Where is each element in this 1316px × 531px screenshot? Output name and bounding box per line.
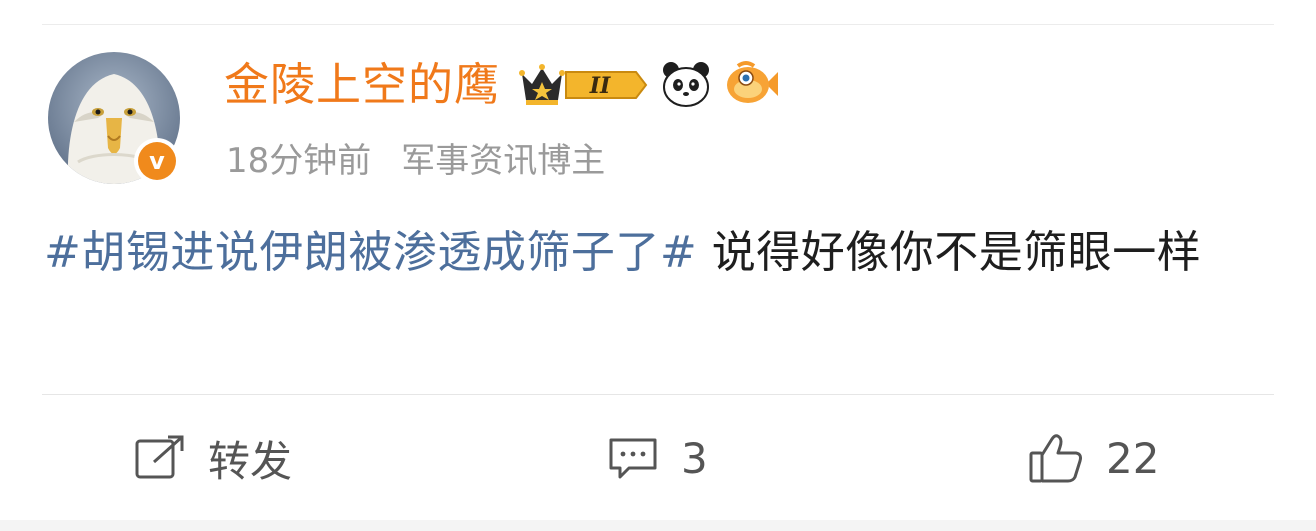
level-badge-text: II <box>589 73 611 99</box>
comment-count: 3 <box>681 433 708 483</box>
comment-button[interactable]: 3 <box>607 430 708 486</box>
thumbs-up-icon <box>1028 431 1084 485</box>
post-meta: 18分钟前 军事资讯博主 <box>226 134 606 181</box>
author-tag: 军事资讯博主 <box>401 140 606 181</box>
author-row: 金陵上空的鹰 II <box>224 54 780 114</box>
author-name[interactable]: 金陵上空的鹰 <box>224 62 500 107</box>
like-button[interactable]: 22 <box>1028 430 1159 486</box>
verified-badge: v <box>134 138 180 184</box>
top-divider <box>42 24 1274 25</box>
verified-v-icon: v <box>138 142 176 180</box>
post-body-text: 说得好像你不是筛眼一样 <box>697 227 1202 278</box>
post-time: 18分钟前 <box>226 140 372 181</box>
repost-label: 转发 <box>208 436 293 486</box>
like-count: 22 <box>1106 433 1160 483</box>
bottom-separator <box>0 520 1316 531</box>
repost-button[interactable]: 转发 <box>134 430 292 486</box>
post-content: #胡锡进说伊朗被渗透成筛子了# 说得好像你不是筛眼一样 <box>44 214 1272 292</box>
fish-icon[interactable] <box>724 58 780 110</box>
comment-icon <box>607 435 659 481</box>
crown-level-badge-icon[interactable]: II <box>518 58 648 110</box>
actions-divider <box>42 394 1274 395</box>
panda-icon[interactable] <box>660 58 712 110</box>
hashtag-link[interactable]: #胡锡进说伊朗被渗透成筛子了# <box>44 227 697 278</box>
repost-icon <box>134 434 186 482</box>
